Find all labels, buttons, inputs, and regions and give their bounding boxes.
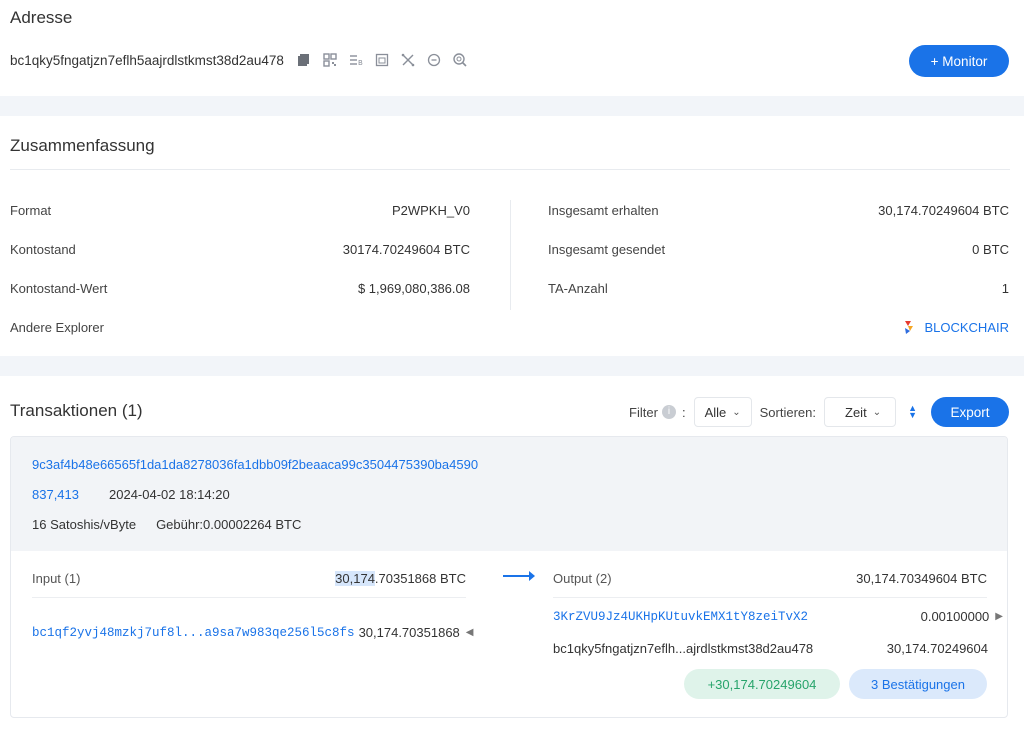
blockchair-logo (902, 319, 916, 335)
summary-card: Zusammenfassung Format P2WPKH_V0 Kontost… (0, 116, 1024, 356)
output-address: bc1qky5fngatjzn7eflh...ajrdlstkmst38d2au… (553, 641, 814, 656)
summary-value: 1 (1001, 280, 1009, 296)
inputs-header: Input (1) 30,174.70351868 BTC (32, 571, 466, 586)
summary-row-tx-count: TA-Anzahl 1 (548, 278, 1009, 298)
qr-code-icon[interactable] (322, 52, 338, 68)
summary-row-total-received: Insgesamt erhalten 30,174.70249604 BTC (548, 200, 1009, 220)
input-row: bc1qf2yvj48mzkj7uf8l...a9sa7w983qe256l5c… (32, 625, 482, 640)
outputs-label: Output (2) (553, 571, 612, 586)
inputs-label: Input (1) (32, 571, 81, 586)
transactions-title: Transaktionen (1) (10, 401, 143, 420)
transactions-card: Transaktionen (1) Filter i : Alle ⌄ Sort… (0, 376, 1024, 740)
chevron-down-icon: ⌄ (872, 406, 882, 418)
refresh-icon[interactable] (426, 52, 442, 68)
address-actions: B (296, 52, 468, 68)
svg-text:B: B (358, 59, 363, 67)
confirmations-badge: 3 Bestätigungen (849, 669, 987, 699)
output-amount: 30,174.70249604 (886, 641, 988, 656)
address-card: Adresse bc1qky5fngatjzn7eflh5aajrdlstkms… (0, 0, 1024, 96)
transaction-meta: 837,413 2024-04-02 18:14:20 (32, 487, 230, 502)
summary-label: Kontostand (10, 241, 76, 257)
triangle-left-icon[interactable]: ◀ (466, 627, 474, 638)
output-row: bc1qky5fngatjzn7eflh...ajrdlstkmst38d2au… (553, 641, 1003, 656)
output-address-link[interactable]: 3KrZVU9Jz4UKHpKUtuvkEMX1tY8zeiTvX2 (553, 610, 808, 624)
transactions-toolbar: Filter i : Alle ⌄ Sortieren: Zeit ⌄ ▲ ▼ E… (629, 396, 1009, 428)
summary-value: 0 BTC (972, 241, 1009, 257)
transaction-fees: 16 Satoshis/vByte Gebühr:0.00002264 BTC (32, 517, 301, 532)
blockchair-link[interactable]: BLOCKCHAIR (902, 319, 1009, 335)
arrow-right-icon (503, 571, 535, 581)
search-icon[interactable] (452, 52, 468, 68)
inputs-total-rest: .70351868 BTC (374, 571, 466, 586)
summary-label: Andere Explorer (10, 319, 104, 335)
transaction-hash-link[interactable]: 9c3af4b48e66565f1da1da8278036fa1dbb09f2b… (32, 457, 478, 472)
copy-icon[interactable] (296, 52, 312, 68)
outputs-divider (553, 597, 987, 598)
export-button[interactable]: Export (931, 397, 1009, 427)
address-text: bc1qky5fngatjzn7eflh5aajrdlstkmst38d2au4… (10, 52, 284, 68)
transaction-header: 9c3af4b48e66565f1da1da8278036fa1dbb09f2b… (11, 437, 1007, 551)
transaction-io: Input (1) 30,174.70351868 BTC bc1qf2yvj4… (11, 551, 1007, 717)
address-title: Adresse (10, 8, 73, 27)
filter-select[interactable]: Alle ⌄ (693, 397, 752, 427)
output-amount-group: 0.00100000 ▶ (921, 609, 1003, 624)
summary-row-balance-value: Kontostand-Wert $ 1,969,080,386.08 (10, 278, 470, 298)
format-icon[interactable]: B (348, 52, 364, 68)
triangle-right-icon[interactable]: ▶ (995, 611, 1003, 622)
net-change-badge: +30,174.70249604 (684, 669, 840, 699)
summary-row-total-sent: Insgesamt gesendet 0 BTC (548, 239, 1009, 259)
output-row: 3KrZVU9Jz4UKHpKUtuvkEMX1tY8zeiTvX2 0.001… (553, 609, 1003, 624)
chevron-down-icon: ⌄ (732, 406, 741, 418)
info-icon[interactable]: i (661, 405, 676, 419)
summary-column-separator (510, 200, 511, 310)
inputs-divider (32, 597, 466, 598)
filter-select-value: Alle (704, 404, 727, 420)
input-amount: 30,174.70351868 (358, 625, 460, 640)
sort-select[interactable]: Zeit ⌄ (824, 397, 897, 427)
output-amount: 0.00100000 (920, 609, 990, 624)
input-address-link[interactable]: bc1qf2yvj48mzkj7uf8l...a9sa7w983qe256l5c… (32, 626, 355, 640)
summary-value: 30,174.70249604 BTC (878, 202, 1009, 218)
summary-label: Insgesamt gesendet (548, 241, 666, 257)
summary-row-balance: Kontostand 30174.70249604 BTC (10, 239, 470, 259)
monitor-button[interactable]: + Monitor (909, 45, 1009, 77)
address-row: bc1qky5fngatjzn7eflh5aajrdlstkmst38d2au4… (10, 52, 468, 68)
summary-row-format: Format P2WPKH_V0 (10, 200, 470, 220)
filter-colon: : (681, 404, 686, 420)
outputs-total: 30,174.70349604 BTC (856, 571, 987, 586)
summary-label: Format (10, 202, 52, 218)
fee-rate: 16 Satoshis/vByte (32, 517, 137, 532)
sort-label: Sortieren: (759, 404, 817, 420)
blockchair-label: BLOCKCHAIR (924, 319, 1009, 335)
block-height-link[interactable]: 837,413 (32, 487, 79, 502)
summary-row-explorers: Andere Explorer (10, 317, 470, 337)
inputs-total: 30,174.70351868 BTC (335, 571, 466, 586)
outputs-header: Output (2) 30,174.70349604 BTC (553, 571, 987, 586)
summary-value: P2WPKH_V0 (391, 202, 470, 218)
inputs-total-highlight: 30,174 (335, 571, 375, 586)
summary-value: $ 1,969,080,386.08 (357, 280, 470, 296)
summary-value: 30174.70249604 BTC (342, 241, 470, 257)
calendar-icon[interactable] (374, 52, 390, 68)
filter-label: Filter (629, 404, 658, 420)
summary-row-explorer-link: BLOCKCHAIR (548, 317, 1009, 337)
sort-icon[interactable]: ▲ ▼ (908, 404, 917, 420)
summary-label: Kontostand-Wert (10, 280, 108, 296)
sort-select-value: Zeit (845, 404, 867, 420)
fee-amount: Gebühr:0.00002264 BTC (156, 517, 302, 532)
transaction-time: 2024-04-02 18:14:20 (109, 487, 230, 502)
summary-divider (10, 169, 1010, 170)
summary-title: Zusammenfassung (10, 136, 155, 155)
summary-label: TA-Anzahl (548, 280, 608, 296)
summary-label: Insgesamt erhalten (548, 202, 659, 218)
shuffle-icon[interactable] (400, 52, 416, 68)
transaction-item: 9c3af4b48e66565f1da1da8278036fa1dbb09f2b… (10, 436, 1008, 718)
